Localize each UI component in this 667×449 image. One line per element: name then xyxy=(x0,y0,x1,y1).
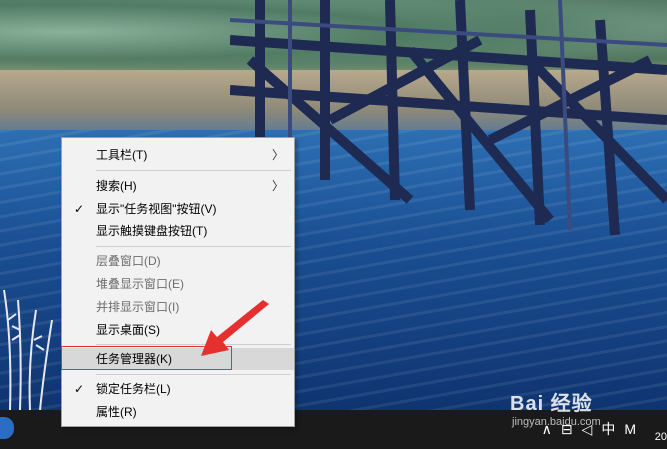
red-arrow-icon xyxy=(201,300,269,356)
checkmark-icon: ✓ xyxy=(74,202,85,216)
menu-item-cascade-windows: 层叠窗口(D) xyxy=(62,250,294,272)
menu-item-label: 属性(R) xyxy=(96,405,137,419)
taskbar-context-menu: 工具栏(T) 〉 搜索(H) 〉 ✓ 显示"任务视图"按钮(V) 显示触摸键盘按… xyxy=(61,137,295,427)
menu-item-label: 层叠窗口(D) xyxy=(96,254,161,268)
volume-icon[interactable]: ◁ xyxy=(582,421,593,438)
menu-item-properties[interactable]: 属性(R) xyxy=(62,401,294,423)
ime-mode-icon[interactable]: M xyxy=(624,421,636,437)
chevron-up-icon[interactable]: ∧ xyxy=(542,421,552,438)
menu-item-show-task-view-button[interactable]: ✓ 显示"任务视图"按钮(V) xyxy=(62,198,294,220)
wallpaper-reeds xyxy=(3,289,53,410)
menu-item-label: 显示桌面(S) xyxy=(96,323,160,337)
menu-item-label: 并排显示窗口(I) xyxy=(96,300,180,314)
menu-item-stack-windows: 堆叠显示窗口(E) xyxy=(62,273,294,295)
menu-separator xyxy=(96,246,291,247)
network-icon[interactable]: ⊟ xyxy=(561,421,573,438)
menu-item-label: 锁定任务栏(L) xyxy=(96,382,171,396)
checkmark-icon: ✓ xyxy=(74,382,85,396)
chevron-right-icon: 〉 xyxy=(271,179,284,193)
baidu-watermark: Bai 经验 xyxy=(510,393,593,415)
menu-item-search[interactable]: 搜索(H) 〉 xyxy=(62,175,294,197)
menu-item-label: 显示"任务视图"按钮(V) xyxy=(96,202,217,216)
menu-item-toolbars[interactable]: 工具栏(T) 〉 xyxy=(62,144,294,166)
chevron-right-icon: 〉 xyxy=(271,148,284,162)
input-method-icon[interactable]: 中 xyxy=(601,419,615,439)
menu-item-label: 工具栏(T) xyxy=(96,148,148,162)
menu-item-label: 搜索(H) xyxy=(96,179,137,193)
wallpaper-bridge xyxy=(229,0,667,250)
menu-separator xyxy=(96,170,291,171)
menu-item-show-touch-keyboard-button[interactable]: 显示触摸键盘按钮(T) xyxy=(62,220,294,242)
menu-item-label: 堆叠显示窗口(E) xyxy=(96,277,184,291)
taskbar-clock[interactable]: 20 xyxy=(655,431,667,443)
menu-separator xyxy=(96,374,291,375)
menu-item-label: 显示触摸键盘按钮(T) xyxy=(96,224,208,238)
menu-item-lock-taskbar[interactable]: ✓ 锁定任务栏(L) xyxy=(62,378,294,400)
system-tray[interactable]: ∧ ⊟ ◁ 中 M xyxy=(542,418,667,440)
